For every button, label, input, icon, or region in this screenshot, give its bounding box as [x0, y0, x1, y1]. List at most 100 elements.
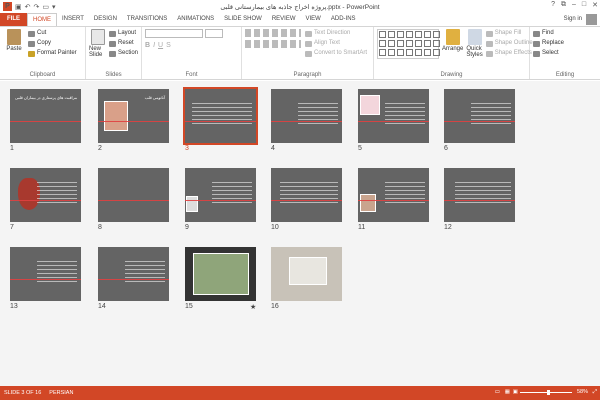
slide-thumbnail[interactable]: آناتومی قلب — [98, 89, 169, 143]
slide-thumbnail[interactable] — [185, 247, 256, 301]
slide-thumbnail[interactable] — [10, 168, 81, 222]
slide-thumbnail[interactable] — [271, 247, 342, 301]
shape-fill-button[interactable]: Shape Fill — [485, 29, 533, 38]
font-label: Font — [185, 72, 198, 78]
section-icon — [108, 50, 116, 57]
slide-thumbnail[interactable] — [358, 168, 429, 222]
align-text-button[interactable]: Align Text — [305, 39, 367, 48]
slide-thumbnail[interactable] — [185, 168, 256, 222]
zoom-level[interactable]: 58% — [577, 389, 588, 395]
sign-in-link[interactable]: Sign in — [564, 16, 582, 22]
slide-number: 1 — [10, 145, 14, 152]
tab-animations[interactable]: ANIMATIONS — [172, 13, 219, 26]
tab-add-ins[interactable]: ADD-INS — [326, 13, 361, 26]
slide-sorter-view-icon[interactable]: ▦ — [505, 389, 510, 395]
help-icon[interactable]: ? — [551, 1, 555, 9]
slide-number: 8 — [98, 224, 102, 231]
zoom-slider[interactable] — [520, 392, 572, 393]
layout-icon — [108, 30, 116, 37]
tab-file[interactable]: FILE — [0, 13, 27, 26]
layout-button[interactable]: Layout — [108, 29, 138, 38]
slides-group: New Slide Layout Reset Section Slides — [86, 27, 142, 79]
align-buttons[interactable] — [245, 40, 301, 48]
align-text-icon — [305, 40, 312, 47]
slide-thumbnail[interactable] — [98, 168, 169, 222]
slide-thumbnail[interactable] — [358, 89, 429, 143]
maximize-icon[interactable]: □ — [582, 1, 586, 9]
new-slide-button[interactable]: New Slide — [89, 29, 107, 58]
section-button[interactable]: Section — [108, 49, 138, 58]
normal-view-icon[interactable]: ▭ — [495, 389, 500, 395]
shape-effects-button[interactable]: Shape Effects — [485, 49, 533, 58]
bold-icon[interactable]: B — [145, 42, 150, 49]
language-indicator[interactable]: PERSIAN — [45, 390, 77, 396]
slide-indicator: SLIDE 3 OF 16 — [4, 390, 42, 396]
text-direction-button[interactable]: Text Direction — [305, 29, 367, 38]
slide-number: 15 — [185, 303, 193, 310]
paste-button[interactable]: Paste — [3, 29, 25, 58]
convert-smartart-button[interactable]: Convert to SmartArt — [305, 49, 367, 58]
slide-thumbnail[interactable] — [271, 168, 342, 222]
paragraph-group: Text Direction Align Text Convert to Sma… — [242, 27, 374, 79]
slideshow-view-icon[interactable]: ▣ — [513, 389, 518, 395]
find-button[interactable]: Find — [533, 29, 597, 38]
slide-number: 6 — [444, 145, 448, 152]
fit-window-icon[interactable]: ⤢ — [593, 389, 597, 396]
status-bar: SLIDE 3 OF 16 PERSIAN ▭ ▦ ▣ 58% ⤢ — [0, 386, 600, 400]
tab-transitions[interactable]: TRANSITIONS — [122, 13, 172, 26]
minimize-icon[interactable]: – — [572, 1, 576, 9]
format-painter-button[interactable]: Format Painter — [28, 49, 77, 58]
tab-slide-show[interactable]: SLIDE SHOW — [219, 13, 267, 26]
slide-sorter: مراقبت های پرستاری در بیماران قلبی 1 آنا… — [0, 81, 600, 386]
slide-thumbnail[interactable] — [98, 247, 169, 301]
paint-bucket-icon — [485, 30, 493, 37]
slide-thumbnail-selected[interactable] — [183, 87, 258, 145]
shape-outline-button[interactable]: Shape Outline — [485, 39, 533, 48]
close-icon[interactable]: ✕ — [592, 1, 598, 9]
slide-thumbnail[interactable] — [444, 168, 515, 222]
slide-thumbnail[interactable]: مراقبت های پرستاری در بیماران قلبی — [10, 89, 81, 143]
quick-styles-button[interactable]: Quick Styles — [466, 29, 483, 59]
slide-thumbnail[interactable] — [10, 247, 81, 301]
brush-icon — [28, 50, 35, 57]
arrange-button[interactable]: Arrange — [442, 29, 463, 59]
slide-number: 12 — [444, 224, 452, 231]
avatar[interactable] — [586, 14, 597, 25]
tab-view[interactable]: VIEW — [301, 13, 326, 26]
slide-number: 13 — [10, 303, 18, 310]
scissors-icon — [28, 30, 35, 37]
paragraph-label: Paragraph — [293, 72, 322, 78]
slide-thumbnail[interactable] — [444, 89, 515, 143]
drawing-group: Arrange Quick Styles Shape Fill Shape Ou… — [374, 27, 533, 79]
italic-icon[interactable]: I — [153, 42, 155, 49]
reset-icon — [108, 40, 116, 47]
cut-button[interactable]: Cut — [28, 29, 77, 38]
copy-button[interactable]: Copy — [28, 39, 77, 48]
list-buttons[interactable] — [245, 29, 301, 37]
tab-design[interactable]: DESIGN — [89, 13, 122, 26]
title-bar: P ▣ ↶ ↷ ▭ ▾ پروژه اخراج جاذبه های بیمارس… — [0, 0, 600, 13]
zoom-thumb[interactable] — [547, 390, 550, 395]
strikethrough-icon[interactable]: S — [166, 42, 171, 49]
tab-insert[interactable]: INSERT — [57, 13, 89, 26]
clipboard-group: Paste Cut Copy Format Painter Clipboard — [0, 27, 86, 79]
ribbon-display-icon[interactable]: ⧉ — [561, 1, 566, 9]
slide-thumbnail[interactable] — [271, 89, 342, 143]
slides-label: Slides — [105, 72, 122, 78]
reset-button[interactable]: Reset — [108, 39, 138, 48]
tab-review[interactable]: REVIEW — [267, 13, 301, 26]
arrange-icon — [445, 29, 460, 45]
slide-number: 2 — [98, 145, 102, 152]
slide-number: 4 — [271, 145, 275, 152]
shapes-gallery[interactable] — [377, 29, 440, 59]
copy-icon — [28, 40, 35, 47]
drawing-label: Drawing — [440, 72, 463, 78]
select-button[interactable]: Select — [533, 49, 597, 58]
font-name-combo[interactable] — [145, 29, 203, 38]
font-size-combo[interactable] — [205, 29, 223, 38]
replace-icon — [533, 40, 540, 47]
underline-icon[interactable]: U — [158, 42, 163, 49]
replace-button[interactable]: Replace — [533, 39, 597, 48]
slide-number: 5 — [358, 145, 362, 152]
tab-home[interactable]: HOME — [27, 13, 57, 26]
